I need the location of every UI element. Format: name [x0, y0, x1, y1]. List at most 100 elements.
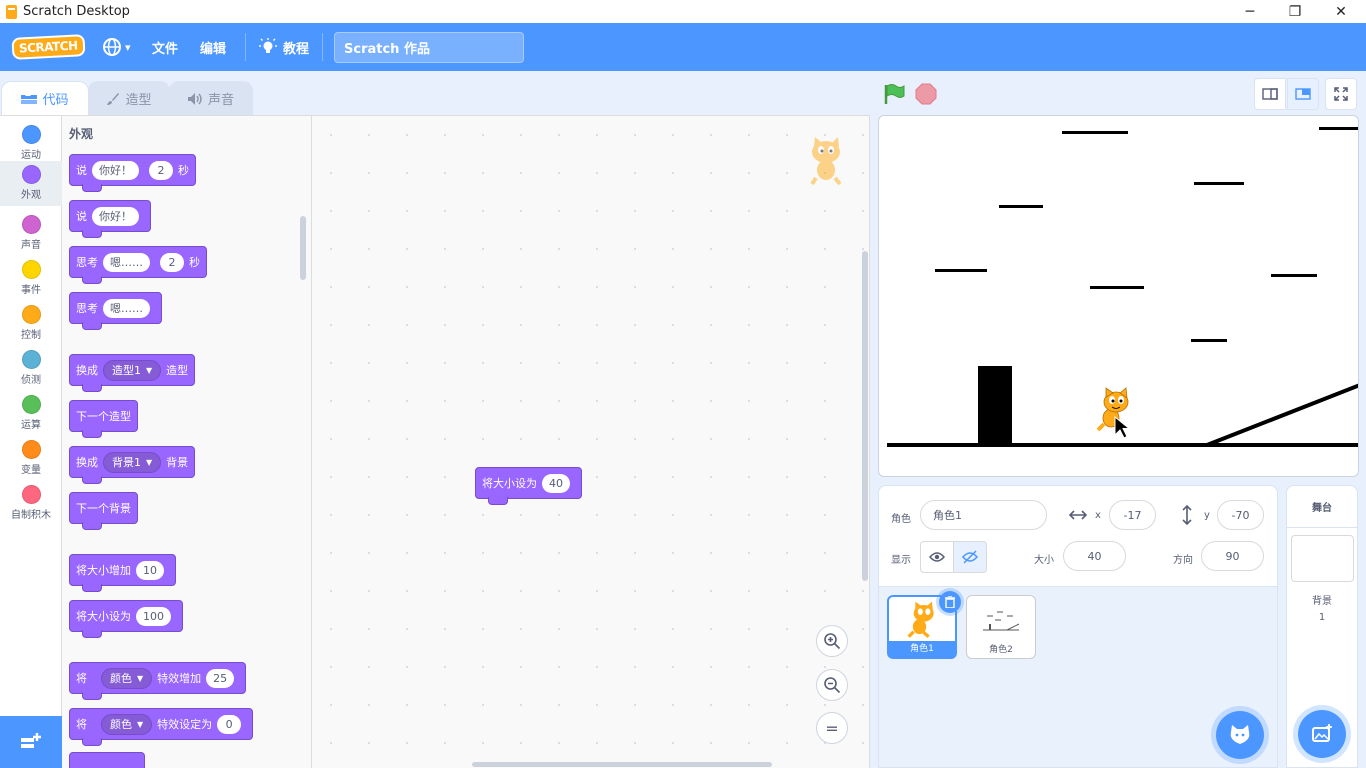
scratch-logo[interactable]: SCRATCH [11, 23, 86, 71]
restore-button[interactable]: ❐ [1272, 0, 1318, 23]
block-input[interactable]: 嗯…… [103, 252, 150, 272]
green-flag-icon[interactable] [883, 83, 905, 105]
dropdown-value: 颜色 [110, 718, 132, 731]
sprite-name-input[interactable]: 角色1 [920, 500, 1047, 530]
tab-costumes-label: 造型 [125, 93, 152, 108]
sprite-tile-2[interactable]: 角色2 [966, 595, 1036, 659]
small-stage-icon [1262, 88, 1278, 100]
block-switch-backdrop[interactable]: 换成 背景1 ▼ 背景 [69, 446, 196, 484]
block-say-for-secs[interactable]: 说 你好！ 2 秒 [69, 154, 196, 192]
workspace-horizontal-scrollbar[interactable] [472, 762, 772, 767]
category-control[interactable]: 控制 [0, 301, 62, 346]
palette-scrollbar[interactable] [300, 216, 306, 280]
minimize-button[interactable]: ─ [1227, 0, 1273, 23]
close-window-button[interactable]: ✕ [1318, 0, 1364, 23]
cat-thumbnail [907, 601, 934, 638]
block-next-backdrop[interactable]: 下一个背景 [69, 492, 138, 530]
x-input[interactable]: -17 [1109, 500, 1156, 530]
choose-backdrop-button[interactable] [1298, 710, 1346, 758]
fullscreen-button[interactable] [1325, 78, 1357, 110]
palette-section-title: 外观 [69, 127, 94, 141]
menu-divider [322, 33, 323, 61]
block-say[interactable]: 说 你好！ [69, 200, 151, 238]
add-extension-button[interactable] [0, 716, 62, 768]
code-workspace[interactable]: 将大小设为 40 = [312, 115, 870, 768]
block-input[interactable]: 0 [217, 714, 242, 734]
category-my-blocks[interactable]: 自制积木 [0, 481, 62, 526]
block-input[interactable]: 你好！ [92, 160, 139, 180]
stage-thumbnail[interactable] [1291, 535, 1354, 582]
trash-icon [945, 596, 955, 608]
block-text: 换成 [76, 364, 98, 377]
category-label: 变量 [21, 465, 41, 476]
block-set-size[interactable]: 将大小设为 100 [69, 600, 183, 638]
dropdown-value: 造型1 [112, 364, 141, 377]
tutorials-button[interactable]: 教程 [259, 23, 309, 71]
window-titlebar: Scratch Desktop ─ ❐ ✕ [0, 0, 1366, 23]
block-think-for-secs[interactable]: 思考 嗯…… 2 秒 [69, 246, 207, 284]
block-input[interactable]: 10 [136, 560, 164, 580]
category-sensing[interactable]: 侦测 [0, 346, 62, 391]
show-sprite-button[interactable] [920, 541, 954, 573]
direction-label: 方向 [1173, 555, 1193, 566]
block-switch-costume[interactable]: 换成 造型1 ▼ 造型 [69, 354, 196, 392]
block-partial[interactable] [69, 752, 145, 768]
globe-icon [103, 38, 121, 56]
workspace-set-size-block[interactable]: 将大小设为 40 [475, 467, 582, 505]
stage-canvas[interactable] [878, 115, 1359, 477]
block-input[interactable]: 40 [542, 473, 570, 493]
tab-code[interactable]: 代码 [1, 81, 89, 115]
block-change-size[interactable]: 将大小增加 10 [69, 554, 176, 592]
hide-sprite-button[interactable] [953, 541, 987, 573]
zoom-reset-button[interactable]: = [816, 712, 848, 744]
small-stage-button[interactable] [1254, 78, 1286, 110]
file-menu[interactable]: 文件 [152, 23, 178, 71]
backdrop-dropdown[interactable]: 背景1 ▼ [103, 451, 162, 473]
size-label: 大小 [1034, 555, 1054, 566]
costume-dropdown[interactable]: 造型1 ▼ [103, 359, 162, 381]
effect-dropdown[interactable]: 颜色 ▼ [101, 713, 153, 735]
size-input[interactable]: 40 [1063, 541, 1126, 571]
delete-sprite-button[interactable] [939, 591, 961, 613]
project-title-input[interactable]: Scratch 作品 [334, 32, 524, 63]
block-change-effect[interactable]: 将 颜色 ▼ 特效增加 25 [69, 662, 247, 700]
workspace-vertical-scrollbar[interactable] [862, 251, 868, 581]
block-input[interactable]: 100 [136, 606, 171, 626]
category-label: 运算 [21, 420, 41, 431]
extension-icon [21, 733, 41, 748]
category-dot [21, 260, 41, 279]
stage-selector-pane[interactable]: 舞台 背景 1 [1286, 485, 1358, 768]
block-think[interactable]: 思考 嗯…… [69, 292, 162, 330]
language-menu[interactable]: ▾ [102, 23, 131, 71]
category-operators[interactable]: 运算 [0, 391, 62, 436]
choose-sprite-button[interactable] [1216, 711, 1264, 759]
chevron-down-icon: ▾ [125, 40, 131, 54]
block-set-effect[interactable]: 将 颜色 ▼ 特效设定为 0 [69, 708, 254, 746]
block-input[interactable]: 2 [149, 160, 173, 180]
large-stage-button[interactable] [1287, 78, 1319, 110]
block-next-costume[interactable]: 下一个造型 [69, 400, 138, 438]
tab-sounds-label: 声音 [207, 93, 234, 108]
show-label: 显示 [891, 555, 911, 566]
block-input[interactable]: 嗯…… [103, 298, 150, 318]
category-events[interactable]: 事件 [0, 256, 62, 301]
category-looks[interactable]: 外观 [0, 161, 62, 206]
stage-pane-title: 舞台 [1287, 486, 1357, 528]
tab-sounds[interactable]: 声音 [169, 81, 253, 115]
category-sound[interactable]: 声音 [0, 211, 62, 256]
block-input[interactable]: 2 [160, 252, 184, 272]
zoom-in-button[interactable] [816, 625, 848, 657]
block-input[interactable]: 你好！ [92, 206, 139, 226]
category-variables[interactable]: 变量 [0, 436, 62, 481]
block-text: 说 [76, 164, 87, 177]
y-input[interactable]: -70 [1217, 500, 1264, 530]
stop-icon[interactable] [915, 83, 937, 105]
direction-input[interactable]: 90 [1201, 541, 1264, 571]
block-input[interactable]: 25 [206, 668, 235, 688]
zoom-out-icon [824, 677, 841, 694]
category-motion[interactable]: 运动 [0, 121, 62, 166]
effect-dropdown[interactable]: 颜色 ▼ [101, 667, 153, 689]
edit-menu[interactable]: 编辑 [200, 23, 226, 71]
tab-costumes[interactable]: 造型 [88, 81, 170, 115]
zoom-out-button[interactable] [816, 669, 848, 701]
